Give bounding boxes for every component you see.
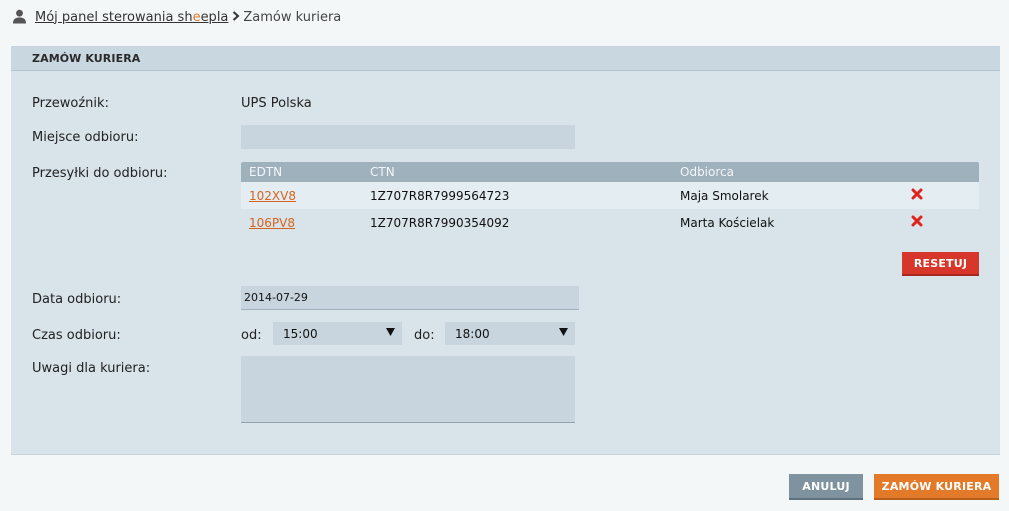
- carrier-label: Przewoźnik:: [32, 96, 109, 111]
- column-header-ctn: CTN: [370, 165, 395, 179]
- courier-notes-textarea[interactable]: [241, 356, 575, 423]
- column-header-recipient: Odbiorca: [680, 165, 734, 179]
- time-from-value: 15:00: [283, 326, 318, 341]
- time-to-value: 18:00: [455, 326, 490, 341]
- dropdown-arrow-icon: [559, 328, 568, 336]
- order-courier-button[interactable]: ZAMÓW KURIERA: [874, 474, 999, 500]
- time-from-label: od:: [241, 328, 262, 343]
- order-courier-panel: ZAMÓW KURIERA Przewoźnik: UPS Polska Mie…: [11, 46, 1000, 455]
- shipments-table: EDTN CTN Odbiorca 102XV8 1Z707R8R7999564…: [241, 162, 979, 236]
- recipient-value: Maja Smolarek: [680, 188, 769, 203]
- table-row: 106PV8 1Z707R8R7990354092 Marta Kościela…: [241, 209, 979, 236]
- shipments-label: Przesyłki do odbioru:: [32, 166, 168, 181]
- breadcrumb-link-suffix: epla: [200, 9, 229, 25]
- carrier-value: UPS Polska: [241, 96, 312, 111]
- edtn-link[interactable]: 102XV8: [249, 189, 296, 203]
- ctn-value: 1Z707R8R7990354092: [370, 215, 510, 230]
- breadcrumb: Mój panel sterowania sheepla Zamów kurie…: [12, 7, 341, 27]
- ctn-value: 1Z707R8R7999564723: [370, 188, 510, 203]
- pickup-date-input[interactable]: 2014-07-29: [241, 286, 579, 310]
- delete-x-icon[interactable]: [911, 188, 923, 203]
- table-header: EDTN CTN Odbiorca: [241, 162, 979, 182]
- delete-x-icon[interactable]: [911, 215, 923, 230]
- time-to-select[interactable]: 18:00: [445, 322, 575, 345]
- breadcrumb-link-prefix: Mój panel sterowania sh: [35, 9, 193, 25]
- breadcrumb-dashboard-link[interactable]: Mój panel sterowania sheepla: [35, 10, 228, 25]
- edtn-link[interactable]: 106PV8: [249, 216, 295, 230]
- reset-button[interactable]: RESETUJ: [902, 252, 979, 276]
- pickup-time-label: Czas odbioru:: [32, 328, 121, 343]
- recipient-value: Marta Kościelak: [680, 215, 775, 230]
- table-row: 102XV8 1Z707R8R7999564723 Maja Smolarek: [241, 182, 979, 209]
- chevron-right-icon: [232, 10, 240, 24]
- pickup-date-label: Data odbioru:: [32, 292, 122, 307]
- breadcrumb-current: Zamów kuriera: [243, 9, 342, 25]
- column-header-edtn: EDTN: [249, 165, 283, 179]
- courier-notes-label: Uwagi dla kuriera:: [32, 361, 151, 376]
- time-to-label: do:: [414, 328, 435, 343]
- cancel-button[interactable]: ANULUJ: [789, 474, 863, 500]
- user-icon: [13, 9, 26, 23]
- time-from-select[interactable]: 15:00: [273, 322, 402, 345]
- pickup-place-label: Miejsce odbioru:: [32, 130, 139, 145]
- dropdown-arrow-icon: [386, 328, 395, 336]
- pickup-place-field[interactable]: [241, 125, 575, 149]
- breadcrumb-link-accent: e: [192, 9, 201, 25]
- panel-title: ZAMÓW KURIERA: [11, 47, 1000, 71]
